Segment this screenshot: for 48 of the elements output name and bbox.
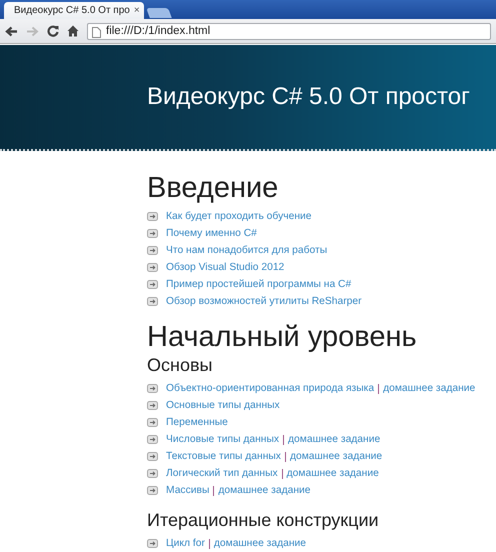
- lesson-link[interactable]: домашнее задание: [214, 538, 306, 549]
- arrow-icon: [147, 263, 158, 272]
- lesson-link[interactable]: Обзор Visual Studio 2012: [166, 262, 284, 273]
- address-field[interactable]: file:///D:/1/index.html: [87, 22, 491, 40]
- arrow-icon: [147, 469, 158, 478]
- lesson-link[interactable]: домашнее задание: [383, 383, 476, 394]
- arrow-icon: [147, 384, 158, 393]
- lesson-link[interactable]: Логический тип данных: [166, 468, 278, 479]
- subsection-heading: Основы: [147, 354, 214, 376]
- arrow-icon: [147, 229, 158, 238]
- arrow-icon: [147, 486, 158, 495]
- arrow-icon: [147, 452, 158, 461]
- lesson-link[interactable]: Числовые типы данных: [166, 434, 280, 445]
- arrow-icon: [147, 435, 158, 444]
- section-heading: Начальный уровень: [147, 320, 418, 354]
- arrow-icon: [147, 246, 158, 255]
- tab-title: Видеокурс C# 5.0 От про: [14, 5, 130, 16]
- site-title: Видеокурс C# 5.0 От простог: [147, 83, 470, 111]
- section-heading: Введение: [147, 171, 280, 205]
- lesson-link[interactable]: Основные типы данных: [166, 400, 280, 411]
- lesson-link[interactable]: Как будет проходить обучение: [166, 211, 312, 222]
- arrow-icon: [147, 401, 158, 410]
- lesson-link[interactable]: Текстовые типы данных: [166, 451, 281, 462]
- arrow-icon: [147, 539, 158, 548]
- arrow-icon: [147, 418, 158, 427]
- lesson-link[interactable]: Цикл for: [166, 538, 205, 549]
- arrow-icon: [147, 212, 158, 221]
- lesson-link[interactable]: Почему именно C#: [166, 228, 257, 239]
- lesson-link[interactable]: Пример простейшей программы на C#: [166, 279, 352, 290]
- lesson-link[interactable]: домашнее задание: [290, 451, 382, 462]
- lesson-link[interactable]: Переменные: [166, 417, 228, 428]
- close-button[interactable]: ×: [134, 5, 140, 16]
- browser-tab[interactable]: Видеокурс C# 5.0 От про ×: [4, 2, 144, 19]
- back-icon[interactable]: [5, 26, 18, 36]
- lesson-link[interactable]: домашнее задание: [286, 468, 379, 479]
- lesson-link[interactable]: Объектно-ориентированная природа языка: [166, 383, 374, 394]
- page-icon: [92, 26, 101, 38]
- lesson-link[interactable]: Массивы: [166, 485, 210, 496]
- lesson-link[interactable]: Обзор возможностей утилиты ReSharper: [166, 296, 362, 307]
- subsection-heading: Итерационные конструкции: [147, 509, 380, 531]
- arrow-icon: [147, 280, 158, 289]
- lesson-link[interactable]: Что нам понадобится для работы: [166, 245, 328, 256]
- arrow-icon: [147, 297, 158, 306]
- reload-icon[interactable]: [47, 25, 59, 37]
- lesson-link[interactable]: домашнее задание: [288, 434, 380, 445]
- home-icon[interactable]: [67, 25, 79, 37]
- new-tab-button[interactable]: [146, 8, 172, 18]
- lesson-link[interactable]: домашнее задание: [218, 485, 310, 496]
